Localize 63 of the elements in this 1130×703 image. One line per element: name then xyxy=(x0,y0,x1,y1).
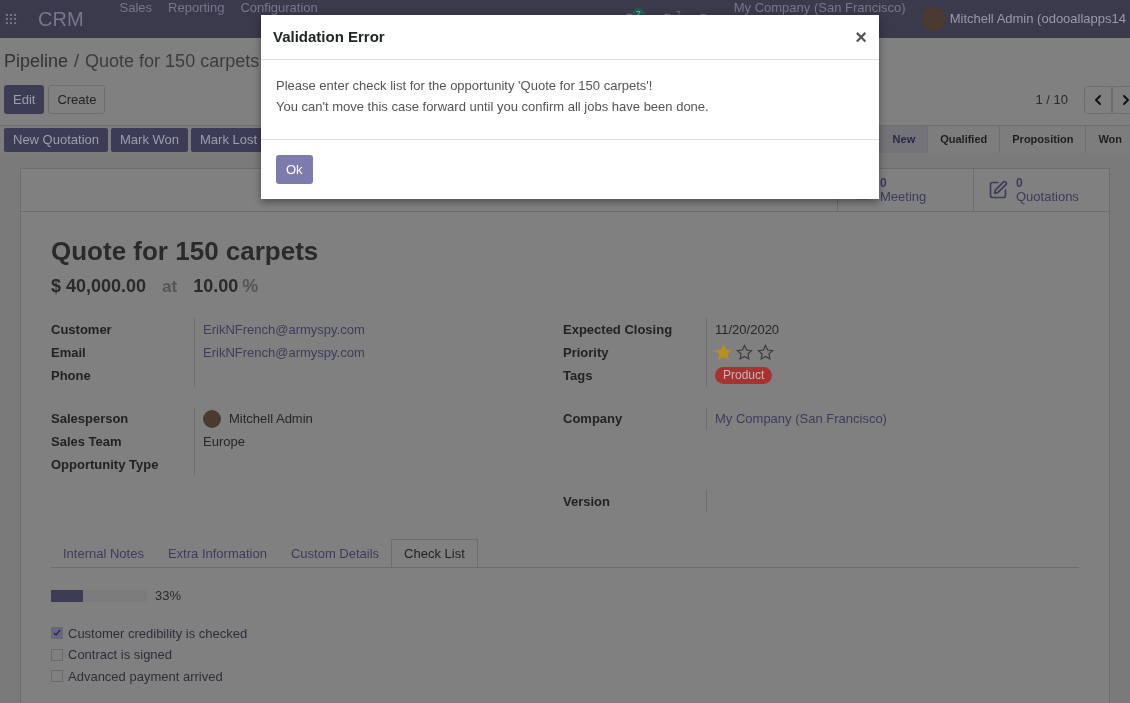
menu-item[interactable]: Reporting xyxy=(168,1,225,14)
field-label: Opportunity Type xyxy=(51,455,160,474)
field-label: Expected Closing xyxy=(563,320,674,339)
user-avatar xyxy=(921,7,946,31)
form-tab[interactable]: Check List xyxy=(391,539,478,569)
menu-item[interactable]: Sales xyxy=(119,1,153,14)
field-label: Phone xyxy=(51,366,92,385)
field-label: Company xyxy=(563,409,624,428)
smart-button-label: Meeting xyxy=(880,190,927,204)
record-title: Quote for 150 carpets xyxy=(51,235,320,268)
create-button[interactable]: Create xyxy=(48,85,106,114)
smart-button-count: 0 xyxy=(880,176,888,190)
checkbox[interactable] xyxy=(51,627,63,640)
form-tab[interactable]: Internal Notes xyxy=(51,539,156,569)
apps-menu-icon[interactable] xyxy=(4,12,18,26)
probability-value: 10.00 xyxy=(193,275,239,298)
form-tab[interactable]: Extra Information xyxy=(155,539,279,569)
field-label: Priority xyxy=(563,343,610,362)
field-label: Tags xyxy=(563,366,594,385)
smart-button-label: Quotations xyxy=(1016,190,1079,204)
expected-revenue: $ 40,000.00 xyxy=(51,275,147,298)
field-link[interactable]: ErikNFrench@armyspy.com xyxy=(203,319,365,340)
checklist-label: Customer credibility is checked xyxy=(68,624,248,643)
smart-button[interactable]: 0 Quotations xyxy=(973,169,1109,211)
checklist-label: Contract is signed xyxy=(68,646,173,664)
checklist-label: Advanced payment arrived xyxy=(68,667,223,686)
close-button[interactable]: × xyxy=(855,27,867,47)
field-value: Mitchell Admin xyxy=(229,409,313,428)
empty-star-icon[interactable] xyxy=(757,344,774,361)
user-menu[interactable]: Mitchell Admin (odooallapps14 xyxy=(949,9,1126,29)
dialog-message: Please enter check list for the opportunity 'Quote for 150 carpets'! xyxy=(276,77,654,95)
field-label: Email xyxy=(51,343,87,362)
dialog-message: You can't move this case forward until you confirm all jobs have been done. xyxy=(276,98,710,116)
ok-button[interactable]: Ok xyxy=(276,155,313,184)
breadcrumb-link[interactable]: Pipeline xyxy=(4,48,69,75)
form-tab[interactable]: Custom Details xyxy=(278,539,392,569)
dialog-title: Validation Error xyxy=(273,26,385,47)
previous-button[interactable] xyxy=(1084,85,1112,114)
field-label: Version xyxy=(563,492,611,511)
company-switcher[interactable]: My Company (San Francisco) xyxy=(733,1,906,14)
tag-badge: Product xyxy=(715,367,773,384)
app-name[interactable]: CRM xyxy=(38,4,84,34)
field-link[interactable]: My Company (San Francisco) xyxy=(715,408,887,429)
field-link[interactable]: ErikNFrench@armyspy.com xyxy=(203,342,365,363)
edit-button[interactable]: Edit xyxy=(4,85,45,114)
breadcrumb-current: Quote for 150 carpets xyxy=(85,50,260,73)
field-label: Sales Team xyxy=(51,432,123,451)
filled-star-icon[interactable] xyxy=(715,344,732,361)
header-action-button[interactable]: Mark Won xyxy=(111,127,188,152)
edit-icon xyxy=(988,180,1008,200)
smart-button-count: 0 xyxy=(1016,176,1024,190)
empty-star-icon[interactable] xyxy=(736,344,753,361)
field-label: Salesperson xyxy=(51,409,130,428)
pager-value: 1 / 10 xyxy=(1035,90,1068,109)
menu-item[interactable]: Configuration xyxy=(240,1,318,14)
field-value: Europe xyxy=(203,432,245,451)
progress-reading: 33% xyxy=(155,587,182,605)
avatar-icon xyxy=(203,409,221,428)
field-label: Customer xyxy=(51,320,113,339)
header-action-button[interactable]: New Quotation xyxy=(4,127,108,152)
field-value: 11/20/2020 xyxy=(715,320,780,339)
breadcrumb-separator: / xyxy=(74,50,80,73)
percent-sign: % xyxy=(242,275,259,298)
